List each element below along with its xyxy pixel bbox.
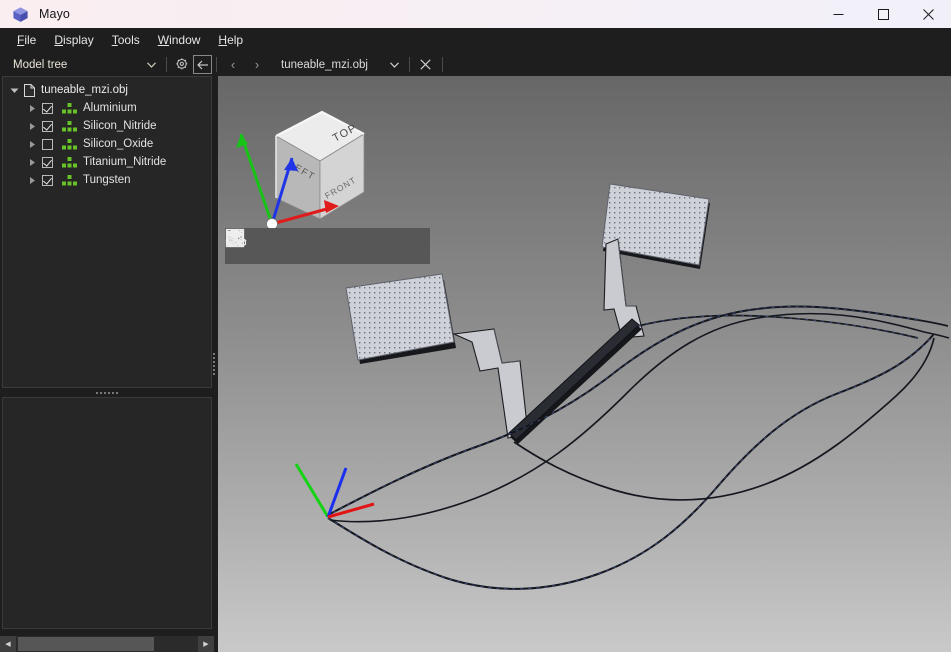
sidebar-horizontal-splitter[interactable]	[2, 389, 212, 397]
tree-row-root[interactable]: tuneable_mzi.obj	[3, 81, 211, 99]
chevron-down-icon	[390, 62, 399, 68]
visibility-checkbox-silicon-oxide[interactable]	[42, 139, 53, 150]
chevron-right-icon	[29, 140, 36, 149]
bounding-box-icon[interactable]	[263, 231, 295, 261]
left-bond-pad	[346, 274, 456, 364]
gear-icon[interactable]	[171, 55, 193, 75]
visibility-checkbox-aluminium[interactable]	[42, 103, 53, 114]
navigation-cube[interactable]: TOP LEFT FRONT	[230, 94, 385, 244]
chevron-down-icon	[10, 86, 19, 95]
tree-row-tungsten[interactable]: Tungsten	[3, 171, 211, 189]
document-icon	[21, 84, 37, 97]
chevron-down-icon	[147, 62, 156, 68]
tree-row-silicon-nitride[interactable]: Silicon_Nitride	[3, 117, 211, 135]
tree-row-titanium-nitride[interactable]: Titanium_Nitride	[3, 153, 211, 171]
menu-display-mnemonic: D	[54, 33, 63, 47]
close-button[interactable]	[906, 0, 951, 28]
menu-window-mnemonic: W	[158, 33, 169, 47]
toolbar-divider-2	[216, 57, 217, 72]
toolbar-divider-1	[166, 57, 167, 72]
tree-item-label: Silicon_Nitride	[83, 120, 157, 132]
maximize-button[interactable]	[861, 0, 906, 28]
scroll-left-arrow-icon[interactable]: ◀	[0, 636, 16, 652]
sidebar-vertical-splitter[interactable]	[210, 76, 218, 652]
tree-mode-selector-value: Model tree	[13, 59, 67, 71]
mayo-application-window: Mayo File Display Tools Window Help Mode…	[0, 0, 951, 652]
expand-toggle-root[interactable]	[7, 86, 21, 95]
menu-help-mnemonic: H	[218, 33, 227, 47]
menu-tools[interactable]: Tools	[103, 30, 149, 51]
document-selector-value: tuneable_mzi.obj	[281, 59, 368, 71]
scroll-right-arrow-icon[interactable]: ▶	[198, 636, 214, 652]
visibility-checkbox-silicon-nitride[interactable]	[42, 121, 53, 132]
viewport-toolbar	[225, 228, 430, 264]
menu-file-rest: ile	[24, 33, 36, 47]
mesh-icon	[60, 121, 78, 132]
expand-toggle-silicon-oxide[interactable]	[25, 140, 39, 149]
3d-viewport[interactable]: TOP LEFT FRONT	[218, 76, 951, 652]
scrollbar-track[interactable]	[16, 636, 198, 652]
menu-display[interactable]: Display	[45, 30, 102, 51]
menu-window[interactable]: Window	[149, 30, 210, 51]
cube-icon	[12, 6, 29, 23]
secondary-toolbar: Model tree ‹	[0, 53, 951, 76]
measure-icon[interactable]	[395, 231, 427, 261]
menu-help-rest: elp	[227, 33, 243, 47]
window-controls	[816, 0, 951, 28]
menu-help[interactable]: Help	[209, 30, 252, 51]
tree-item-label: Aluminium	[83, 102, 137, 114]
document-selector[interactable]: tuneable_mzi.obj	[273, 54, 405, 75]
tree-item-label: Titanium_Nitride	[83, 156, 166, 168]
expand-toggle-aluminium[interactable]	[25, 104, 39, 113]
menu-display-rest: isplay	[63, 33, 94, 47]
title-bar: Mayo	[0, 0, 951, 28]
mesh-icon	[60, 157, 78, 168]
tree-row-aluminium[interactable]: Aluminium	[3, 99, 211, 117]
next-document-button[interactable]: ›	[245, 54, 269, 75]
window-title: Mayo	[39, 7, 70, 21]
expand-toggle-tungsten[interactable]	[25, 176, 39, 185]
menu-tools-rest: ools	[118, 33, 140, 47]
grid-icon[interactable]	[296, 231, 328, 261]
origin-axis-gizmo	[296, 464, 374, 517]
tree-root-label: tuneable_mzi.obj	[41, 84, 128, 96]
menu-window-rest: indow	[169, 33, 200, 47]
tree-mode-selector[interactable]: Model tree	[4, 54, 162, 75]
chevron-right-icon	[29, 104, 36, 113]
mesh-icon	[60, 139, 78, 150]
left-sidebar: tuneable_mzi.obj Aluminium	[0, 76, 214, 652]
previous-document-button[interactable]: ‹	[221, 54, 245, 75]
minimize-button[interactable]	[816, 0, 861, 28]
chevron-right-icon	[29, 176, 36, 185]
mesh-icon	[60, 175, 78, 186]
expand-toggle-titanium-nitride[interactable]	[25, 158, 39, 167]
mesh-icon	[60, 103, 78, 114]
clip-planes-icon[interactable]	[362, 231, 394, 261]
left-connector-arm	[454, 329, 528, 438]
properties-panel	[2, 397, 212, 629]
visibility-checkbox-titanium-nitride[interactable]	[42, 157, 53, 168]
menu-file[interactable]: File	[8, 30, 45, 51]
chevron-right-icon	[29, 122, 36, 131]
tree-row-silicon-oxide[interactable]: Silicon_Oxide	[3, 135, 211, 153]
toolbar-divider-3	[409, 57, 410, 72]
toolbar-divider-4	[442, 57, 443, 72]
tree-item-label: Tungsten	[83, 174, 131, 186]
visibility-checkbox-tungsten[interactable]	[42, 175, 53, 186]
chevron-right-icon	[29, 158, 36, 167]
arrow-left-icon[interactable]	[193, 55, 212, 74]
shading-cube-icon[interactable]	[329, 231, 361, 261]
close-document-button[interactable]	[414, 54, 438, 75]
model-tree-panel: tuneable_mzi.obj Aluminium	[2, 76, 212, 388]
expand-toggle-silicon-nitride[interactable]	[25, 122, 39, 131]
sidebar-horizontal-scrollbar[interactable]: ◀ ▶	[0, 636, 214, 652]
menu-bar: File Display Tools Window Help	[0, 28, 951, 53]
tree-item-label: Silicon_Oxide	[83, 138, 153, 150]
scrollbar-thumb[interactable]	[18, 637, 154, 651]
